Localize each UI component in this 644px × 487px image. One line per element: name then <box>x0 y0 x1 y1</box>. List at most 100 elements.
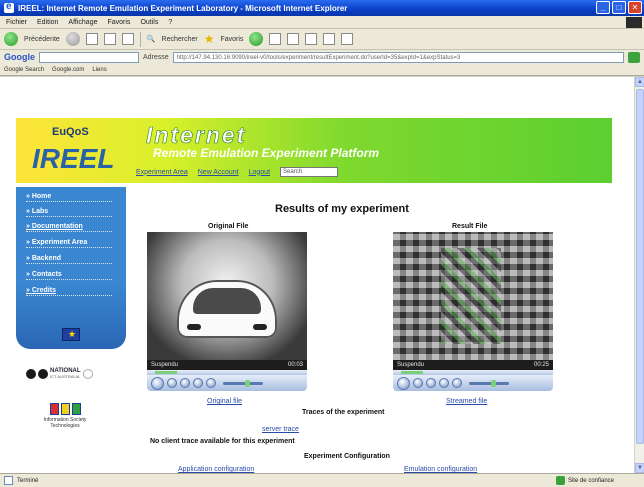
trusted-site-icon <box>555 476 565 485</box>
logo-dot-icon <box>26 368 36 379</box>
nav-new-account[interactable]: New Account <box>198 169 239 176</box>
streamed-file-link[interactable]: Streamed file <box>446 398 487 405</box>
volume-slider[interactable] <box>223 379 263 387</box>
history-icon[interactable] <box>249 32 264 46</box>
stop-icon[interactable] <box>413 378 423 388</box>
sidebar-item-contacts[interactable]: » Contacts <box>26 271 112 280</box>
close-button[interactable]: ✕ <box>628 1 642 14</box>
toolbar: Précédente 🔍 Rechercher ★ Favoris <box>0 29 644 50</box>
scroll-thumb[interactable] <box>636 89 644 444</box>
result-video-player[interactable]: Suspendu 00:25 <box>393 232 553 391</box>
seek-bar[interactable] <box>147 370 307 375</box>
car-window <box>193 288 261 314</box>
player-controls <box>147 375 307 391</box>
menu-favorites[interactable]: Favoris <box>107 19 130 26</box>
player-controls <box>393 375 553 391</box>
sidebar-item-experiment-area[interactable]: » Experiment Area <box>26 239 112 248</box>
site-header-banner: EuQoS IREEL Internet Remote Emulation Ex… <box>16 118 612 183</box>
sidebar-item-labs[interactable]: » Labs <box>26 208 112 217</box>
mute-icon[interactable] <box>206 378 216 388</box>
forward-arrow-icon[interactable] <box>65 32 80 46</box>
favorites-star-icon[interactable]: ★ <box>204 32 215 46</box>
ireel-logo: IREEL <box>32 143 115 174</box>
emulation-config-link[interactable]: Emulation configuration <box>404 466 477 473</box>
page-done-icon <box>4 476 13 485</box>
statusbar: Terminé Site de confiance <box>0 473 644 487</box>
search-icon[interactable]: 🔍 <box>147 35 156 43</box>
mail-icon[interactable] <box>269 33 282 45</box>
application-config-link[interactable]: Application configuration <box>178 466 254 473</box>
original-video-player[interactable]: Suspendu 00:03 <box>147 232 307 391</box>
nav-experiment-area[interactable]: Experiment Area <box>136 169 188 176</box>
nav-logout[interactable]: Logout <box>249 169 270 176</box>
go-button[interactable] <box>628 51 640 63</box>
window-title: IREEL: Internet Remote Emulation Experim… <box>18 3 348 13</box>
sidebar-item-credits[interactable]: » Credits <box>26 287 112 296</box>
menu-tools[interactable]: Outils <box>140 19 158 26</box>
link-liens[interactable]: Liens <box>92 67 106 73</box>
vertical-scrollbar[interactable]: ▲ ▼ <box>634 77 644 473</box>
menu-help[interactable]: ? <box>168 19 172 26</box>
menu-view[interactable]: Affichage <box>68 19 97 26</box>
eu-flag-icon <box>62 328 80 341</box>
player-status: Suspendu 00:25 <box>393 360 553 370</box>
page-viewport: EuQoS IREEL Internet Remote Emulation Ex… <box>0 77 634 473</box>
google-search-input[interactable] <box>39 51 139 63</box>
refresh-icon[interactable] <box>103 33 116 45</box>
toolbar-separator <box>139 31 141 47</box>
minimize-button[interactable]: _ <box>596 1 610 14</box>
address-label: Adresse <box>143 53 169 61</box>
result-file-label: Result File <box>452 223 488 230</box>
search-button-label[interactable]: Rechercher <box>162 36 198 43</box>
back-button-label[interactable]: Précédente <box>24 36 60 43</box>
folder-icon[interactable] <box>323 33 336 45</box>
next-icon[interactable] <box>193 378 203 388</box>
previous-icon[interactable] <box>180 378 190 388</box>
mute-icon[interactable] <box>452 378 462 388</box>
print-icon[interactable] <box>287 33 300 45</box>
national-ict-logo: NATIONAL ICT AUSTRALIA <box>26 368 93 379</box>
no-client-trace-text: No client trace available for this exper… <box>150 438 295 445</box>
messenger-icon[interactable] <box>341 33 354 45</box>
next-icon[interactable] <box>439 378 449 388</box>
previous-icon[interactable] <box>426 378 436 388</box>
page-title: Results of my experiment <box>275 203 409 215</box>
server-trace-link[interactable]: server trace <box>262 426 299 433</box>
favorites-button-label[interactable]: Favoris <box>220 36 243 43</box>
links-bar: Google Search Google.com Liens <box>0 64 644 76</box>
logo-dot-icon <box>38 368 48 379</box>
edit-icon[interactable] <box>305 33 318 45</box>
sidebar-item-backend[interactable]: » Backend <box>26 255 112 264</box>
sidebar-item-home[interactable]: » Home <box>26 193 112 202</box>
security-zone: Site de confiance <box>555 476 614 485</box>
play-icon[interactable] <box>397 376 410 390</box>
back-arrow-icon[interactable] <box>4 32 18 46</box>
menu-file[interactable]: Fichier <box>6 19 27 26</box>
maximize-button[interactable]: □ <box>612 1 626 14</box>
home-icon[interactable] <box>121 33 134 45</box>
euqos-logo: EuQoS <box>52 126 89 138</box>
result-video-screen[interactable] <box>393 232 553 360</box>
stop-icon[interactable] <box>85 33 98 45</box>
volume-slider[interactable] <box>469 379 509 387</box>
scroll-down-icon[interactable]: ▼ <box>635 463 644 473</box>
national-logo-text: NATIONAL ICT AUSTRALIA <box>50 368 81 379</box>
url-input[interactable]: http://147.94.130.16:9090/ireel-v0/tools… <box>172 51 624 63</box>
site-subtitle: Remote Emulation Experiment Platform <box>153 146 380 160</box>
sidebar: » Home » Labs » Documentation » Experime… <box>16 187 126 349</box>
sidebar-item-documentation[interactable]: » Documentation <box>26 223 112 232</box>
status-text: Terminé <box>17 477 39 484</box>
scroll-up-icon[interactable]: ▲ <box>635 77 644 87</box>
window-titlebar: IREEL: Internet Remote Emulation Experim… <box>0 0 644 16</box>
traces-heading: Traces of the experiment <box>302 409 385 416</box>
link-google-com[interactable]: Google.com <box>52 67 84 73</box>
original-video-screen[interactable] <box>147 232 307 360</box>
play-icon[interactable] <box>151 376 164 390</box>
config-heading: Experiment Configuration <box>304 453 390 460</box>
menu-edit[interactable]: Edition <box>37 19 58 26</box>
stop-icon[interactable] <box>167 378 177 388</box>
original-file-link[interactable]: Original file <box>207 398 242 405</box>
header-search-input[interactable]: Search <box>280 167 339 177</box>
link-google-search[interactable]: Google Search <box>4 67 44 73</box>
seek-bar[interactable] <box>393 370 553 375</box>
